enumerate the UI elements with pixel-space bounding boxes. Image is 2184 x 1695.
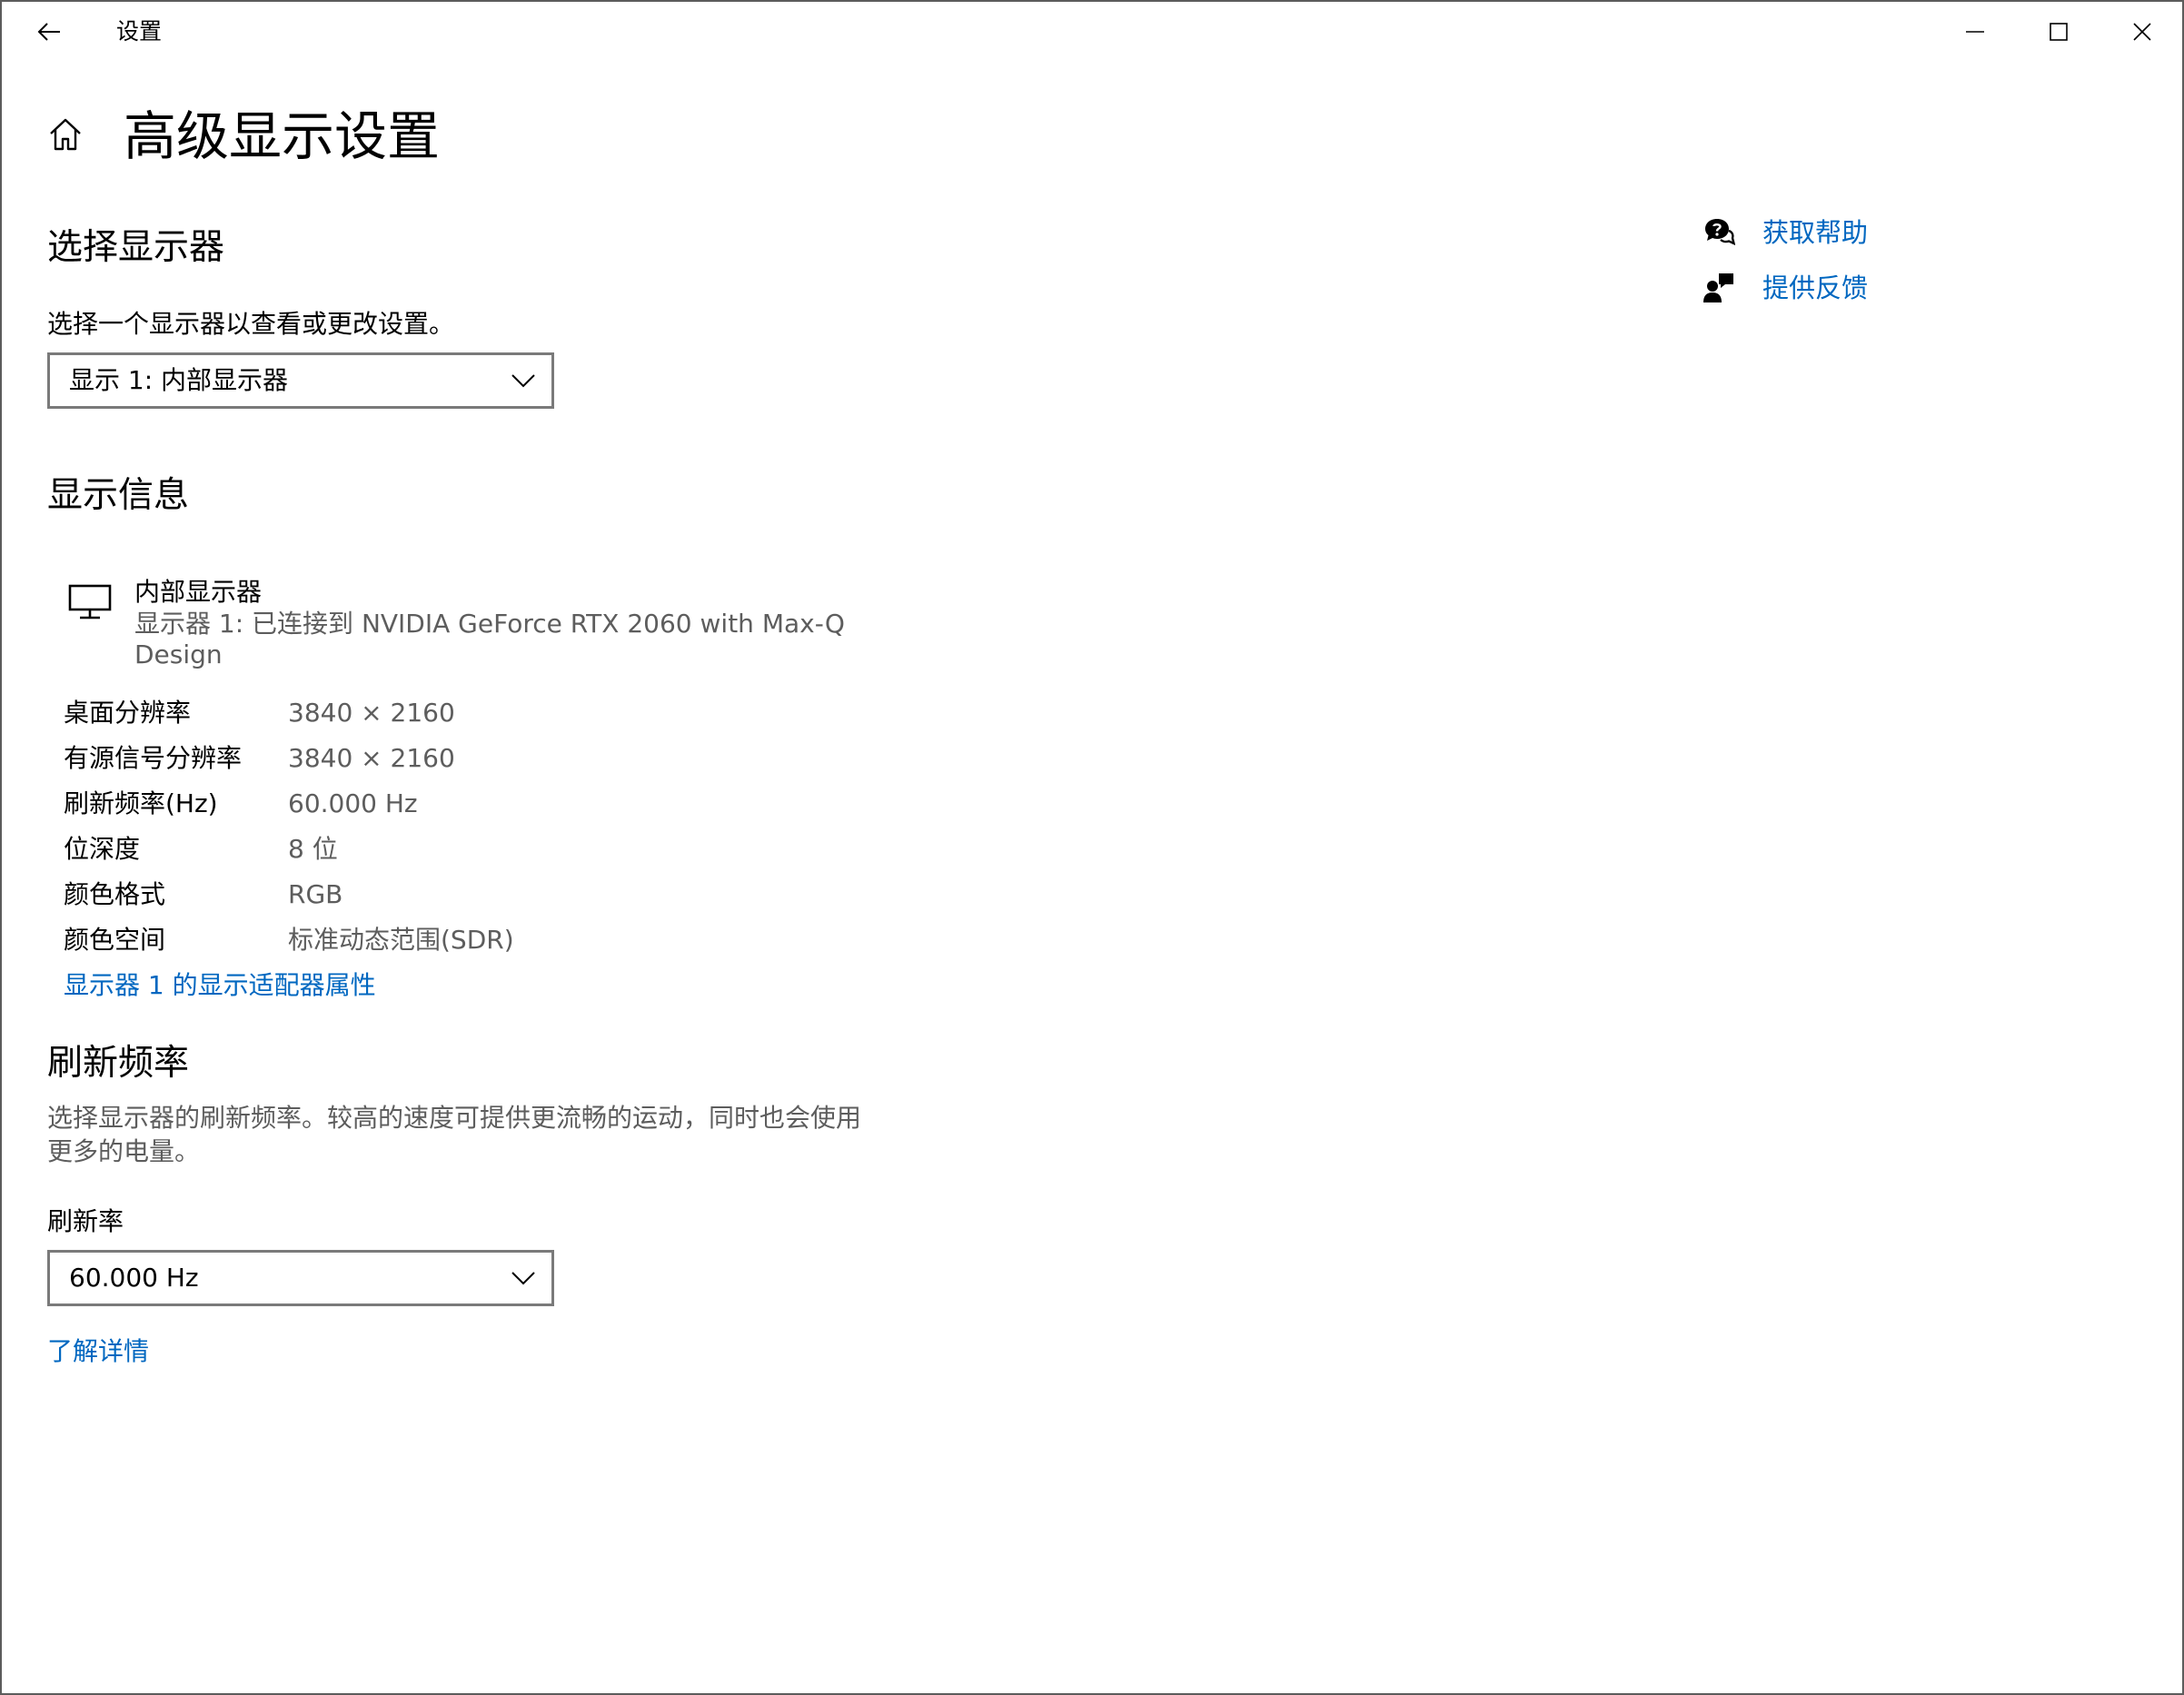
refresh-rate-description-line1: 选择显示器的刷新频率。较高的速度可提供更流畅的运动，同时也会使用 <box>47 1103 862 1133</box>
back-button[interactable] <box>22 7 76 56</box>
chevron-down-icon <box>511 374 535 388</box>
minimize-icon <box>1966 31 1984 33</box>
info-row-active-signal-resolution: 有源信号分辨率 3840 × 2160 <box>64 740 700 777</box>
monitor-description-line2: Design <box>134 639 223 669</box>
chevron-down-icon <box>511 1272 535 1285</box>
info-value: RGB <box>288 879 343 909</box>
info-label: 颜色空间 <box>64 925 166 955</box>
page-title: 高级显示设置 <box>124 105 441 167</box>
refresh-rate-value: 60.000 Hz <box>69 1263 199 1293</box>
info-label: 位深度 <box>64 834 141 864</box>
info-value: 8 位 <box>288 834 338 864</box>
refresh-rate-description-line2: 更多的电量。 <box>47 1136 201 1166</box>
monitor-icon <box>68 584 112 620</box>
settings-window: 设置 高级显示设置 选择显示器 选择一个显示器以查看或更改设置。 显示 1: 内… <box>0 0 2184 1695</box>
display-info-heading: 显示信息 <box>47 475 190 516</box>
maximize-button[interactable] <box>2017 2 2100 62</box>
minimize-button[interactable] <box>1933 2 2017 62</box>
give-feedback-label: 提供反馈 <box>1762 273 1869 303</box>
monitor-name: 内部显示器 <box>134 577 263 607</box>
info-row-bit-depth: 位深度 8 位 <box>64 831 700 867</box>
close-button[interactable] <box>2100 2 2182 62</box>
display-adapter-properties-link[interactable]: 显示器 1 的显示适配器属性 <box>64 967 376 1004</box>
back-arrow-icon <box>37 23 60 41</box>
info-value: 3840 × 2160 <box>288 698 455 728</box>
select-display-description: 选择一个显示器以查看或更改设置。 <box>47 309 455 339</box>
info-row-desktop-resolution: 桌面分辨率 3840 × 2160 <box>64 695 700 731</box>
close-icon <box>2133 23 2151 41</box>
display-select-value: 显示 1: 内部显示器 <box>69 365 289 395</box>
refresh-rate-field-label: 刷新率 <box>47 1206 124 1236</box>
chat-help-icon <box>1705 219 1735 245</box>
title-bar: 设置 <box>2 2 2182 62</box>
info-label: 颜色格式 <box>64 879 166 909</box>
display-select-dropdown[interactable]: 显示 1: 内部显示器 <box>47 352 554 409</box>
get-help-link[interactable]: 获取帮助 <box>1703 213 1975 253</box>
info-row-color-format: 颜色格式 RGB <box>64 877 700 913</box>
monitor-description-line1: 显示器 1: 已连接到 NVIDIA GeForce RTX 2060 with… <box>134 609 845 639</box>
get-help-label: 获取帮助 <box>1762 217 1869 248</box>
info-value: 3840 × 2160 <box>288 743 455 773</box>
feedback-person-icon <box>1703 273 1733 302</box>
learn-more-link[interactable]: 了解详情 <box>47 1333 149 1370</box>
refresh-rate-dropdown[interactable]: 60.000 Hz <box>47 1250 554 1306</box>
select-display-heading: 选择显示器 <box>47 227 225 268</box>
info-value: 标准动态范围(SDR) <box>288 925 514 955</box>
info-label: 有源信号分辨率 <box>64 743 243 773</box>
info-value: 60.000 Hz <box>288 788 418 818</box>
info-label: 刷新频率(Hz) <box>64 788 218 818</box>
app-title: 设置 <box>116 18 163 45</box>
info-label: 桌面分辨率 <box>64 698 192 728</box>
maximize-icon <box>2050 23 2068 41</box>
info-row-color-space: 颜色空间 标准动态范围(SDR) <box>64 922 700 958</box>
refresh-rate-heading: 刷新频率 <box>47 1043 190 1084</box>
info-row-refresh-rate: 刷新频率(Hz) 60.000 Hz <box>64 786 700 822</box>
home-button[interactable] <box>44 109 87 160</box>
give-feedback-link[interactable]: 提供反馈 <box>1703 268 1975 308</box>
home-icon <box>50 118 81 151</box>
